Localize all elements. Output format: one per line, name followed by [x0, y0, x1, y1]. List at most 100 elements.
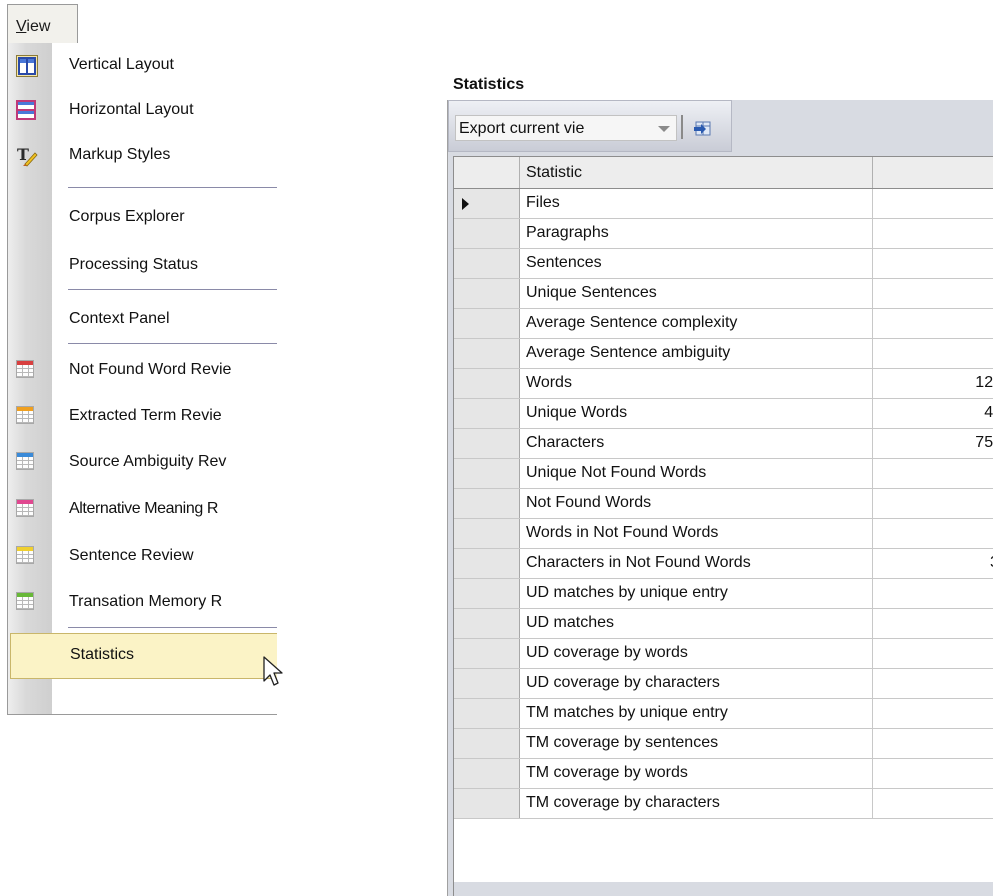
- menu-item-vertical-layout[interactable]: Vertical Layout: [8, 43, 277, 89]
- statistic-value-cell: 47: [874, 399, 993, 433]
- row-selector[interactable]: [454, 759, 520, 788]
- row-selector[interactable]: [454, 579, 520, 608]
- statistic-value-cell: [874, 639, 993, 673]
- menu-item-label: Source Ambiguity Rev: [69, 453, 227, 470]
- grid-scroll-area: [454, 882, 993, 896]
- row-selector[interactable]: [454, 339, 520, 368]
- table-row[interactable]: Characters in Not Found Words3': [454, 549, 993, 579]
- row-selector[interactable]: [454, 639, 520, 668]
- menu-separator: [68, 187, 277, 188]
- statistic-value-cell: [874, 759, 993, 793]
- menu-item-extracted-term-review[interactable]: Extracted Term Revie: [8, 394, 277, 440]
- menu-item-label: Processing Status: [69, 256, 198, 273]
- menu-item-horizontal-layout[interactable]: Horizontal Layout: [8, 88, 277, 134]
- table-row[interactable]: Words 122: [454, 369, 993, 399]
- statistic-name-cell: Words in Not Found Words: [520, 519, 873, 548]
- table-row[interactable]: TM matches by unique entry: [454, 699, 993, 729]
- menu-item-sentence-review[interactable]: Sentence Review: [8, 534, 277, 580]
- statistics-grid: Statistic FilesParagraphs'SentencesIUniq…: [453, 156, 993, 896]
- table-row[interactable]: Characters 754: [454, 429, 993, 459]
- mouse-pointer-icon: [262, 655, 284, 689]
- menu-item-statistics[interactable]: Statistics: [10, 633, 277, 679]
- table-row[interactable]: Average Sentence complexity: [454, 309, 993, 339]
- table-row[interactable]: UD matches by unique entry: [454, 579, 993, 609]
- statistic-name-cell: TM coverage by sentences: [520, 729, 873, 758]
- statistic-value-cell: [874, 579, 993, 613]
- statistic-value-cell: [874, 729, 993, 763]
- menu-item-context-panel[interactable]: Context Panel: [8, 297, 277, 343]
- statistic-name-cell: Unique Not Found Words: [520, 459, 873, 488]
- statistic-name-cell: Words: [520, 369, 873, 398]
- table-row[interactable]: Files: [454, 189, 993, 219]
- menu-item-label: Markup Styles: [69, 146, 171, 163]
- statistic-value-cell: I: [874, 279, 993, 313]
- statistic-name-cell: Files: [520, 189, 873, 218]
- menu-item-alternative-meaning-review[interactable]: Alternative Meaning R: [8, 487, 277, 533]
- table-row[interactable]: Unique Words 47: [454, 399, 993, 429]
- statistic-value-cell: :: [874, 489, 993, 523]
- table-row[interactable]: Unique SentencesI: [454, 279, 993, 309]
- row-selector[interactable]: [454, 549, 520, 578]
- menu-item-not-found-word-review[interactable]: Not Found Word Revie: [8, 348, 277, 394]
- row-selector[interactable]: [454, 369, 520, 398]
- statistic-name-cell: Not Found Words: [520, 489, 873, 518]
- row-selector[interactable]: [454, 669, 520, 698]
- markup-styles-icon: T: [16, 145, 38, 167]
- statistic-name-cell: TM matches by unique entry: [520, 699, 873, 728]
- table-row[interactable]: Not Found Words:: [454, 489, 993, 519]
- view-menu-label: iew: [26, 18, 51, 35]
- table-row[interactable]: TM coverage by words: [454, 759, 993, 789]
- grid-icon: [16, 452, 36, 472]
- table-row[interactable]: Unique Not Found Words:: [454, 459, 993, 489]
- row-selector[interactable]: [454, 609, 520, 638]
- statistic-value: 122: [975, 374, 993, 391]
- table-row[interactable]: TM coverage by characters: [454, 789, 993, 819]
- statistic-name-cell: UD matches: [520, 609, 873, 638]
- statistic-value-cell: I: [874, 249, 993, 283]
- table-row[interactable]: UD coverage by characters: [454, 669, 993, 699]
- statistic-name-cell: Characters in Not Found Words: [520, 549, 873, 578]
- menu-separator: [68, 289, 277, 290]
- vertical-layout-icon: [16, 55, 38, 77]
- export-view-dropdown[interactable]: Export current vie: [455, 115, 677, 141]
- row-selector[interactable]: [454, 249, 520, 278]
- row-selector[interactable]: [454, 789, 520, 818]
- menu-item-corpus-explorer[interactable]: Corpus Explorer: [8, 195, 277, 241]
- row-selector[interactable]: [454, 489, 520, 518]
- row-selector[interactable]: [454, 519, 520, 548]
- statistic-name-cell: Unique Words: [520, 399, 873, 428]
- statistic-value: 47: [984, 404, 993, 421]
- row-selector[interactable]: [454, 459, 520, 488]
- table-row[interactable]: TM coverage by sentences: [454, 729, 993, 759]
- row-selector[interactable]: [454, 189, 520, 218]
- statistic-value-cell: 122: [874, 369, 993, 403]
- statistics-panel: Export current vie Statistic Files Paragr…: [447, 100, 993, 896]
- export-icon[interactable]: [693, 118, 713, 138]
- table-row[interactable]: UD coverage by words: [454, 639, 993, 669]
- menu-item-translation-memory-review[interactable]: Transation Memory R: [8, 580, 277, 626]
- table-row[interactable]: Average Sentence ambiguity': [454, 339, 993, 369]
- row-selector[interactable]: [454, 729, 520, 758]
- statistic-name-cell: Unique Sentences: [520, 279, 873, 308]
- row-selector[interactable]: [454, 219, 520, 248]
- row-selector[interactable]: [454, 309, 520, 338]
- chevron-down-icon[interactable]: [658, 126, 670, 132]
- menu-item-source-ambiguity-review[interactable]: Source Ambiguity Rev: [8, 440, 277, 486]
- row-selector[interactable]: [454, 279, 520, 308]
- table-row[interactable]: UD matches: [454, 609, 993, 639]
- table-row[interactable]: SentencesI: [454, 249, 993, 279]
- grid-icon: [16, 499, 36, 519]
- column-header-statistic[interactable]: Statistic: [520, 157, 873, 188]
- menu-item-markup-styles[interactable]: T Markup Styles: [8, 133, 277, 179]
- table-row[interactable]: Paragraphs': [454, 219, 993, 249]
- row-selector[interactable]: [454, 399, 520, 428]
- view-menu-tab[interactable]: View: [7, 4, 78, 44]
- table-row[interactable]: Words in Not Found Words!: [454, 519, 993, 549]
- menu-item-label: Statistics: [70, 646, 135, 663]
- row-selector[interactable]: [454, 699, 520, 728]
- row-selector[interactable]: [454, 429, 520, 458]
- statistic-name-cell: Average Sentence ambiguity: [520, 339, 873, 368]
- menu-item-processing-status[interactable]: Processing Status: [8, 243, 277, 289]
- statistic-value-cell: [874, 189, 993, 223]
- statistic-name-cell: TM coverage by words: [520, 759, 873, 788]
